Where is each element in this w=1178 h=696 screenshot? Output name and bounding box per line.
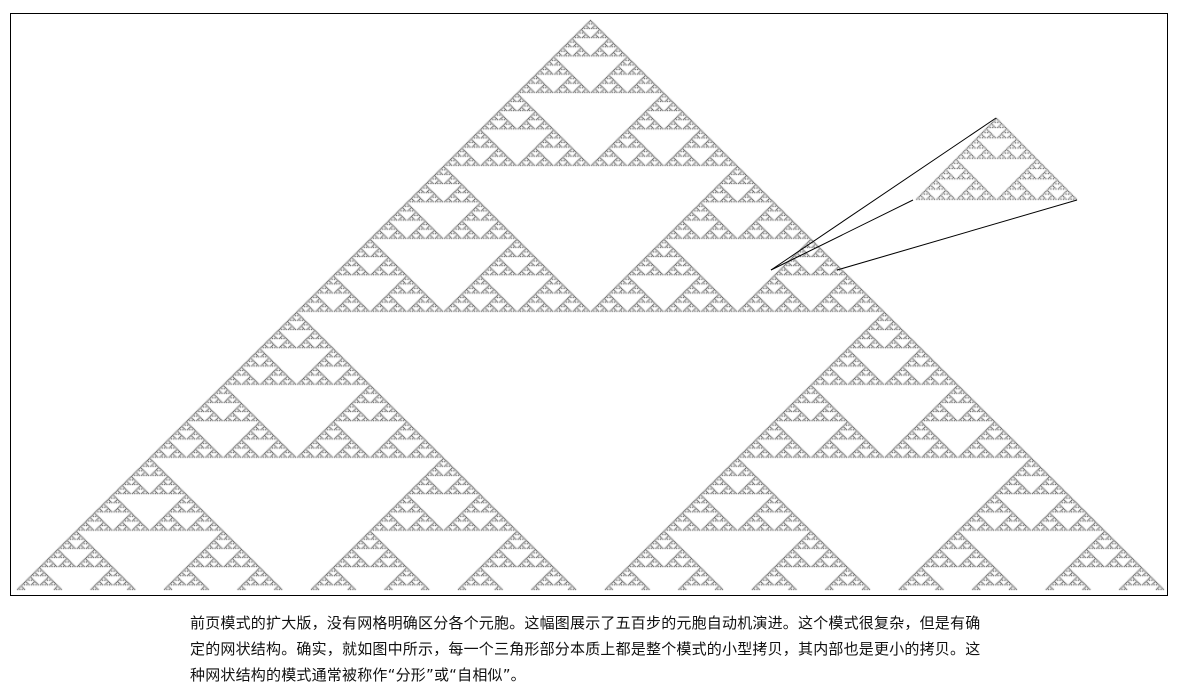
caption-line-3: 种网状结构的模式通常被称作“分形”或“自相似”。 <box>190 666 526 684</box>
zoom-inset-callout <box>770 117 1078 271</box>
zoom-line-middle <box>770 199 914 271</box>
zoom-line-top <box>770 117 997 271</box>
figure-caption: 前页模式的扩大版，没有网格明确区分各个元胞。这幅图展示了五百步的元胞自动机演进。… <box>190 610 1030 688</box>
zoom-line-bottom <box>836 199 1078 271</box>
figure-frame <box>10 13 1168 596</box>
caption-line-1: 前页模式的扩大版，没有网格明确区分各个元胞。这幅图展示了五百步的元胞自动机演进。… <box>190 614 981 632</box>
caption-line-2: 定的网状结构。确实，就如图中所示，每一个三角形部分本质上都是整个模式的小型拷贝，… <box>190 640 981 658</box>
